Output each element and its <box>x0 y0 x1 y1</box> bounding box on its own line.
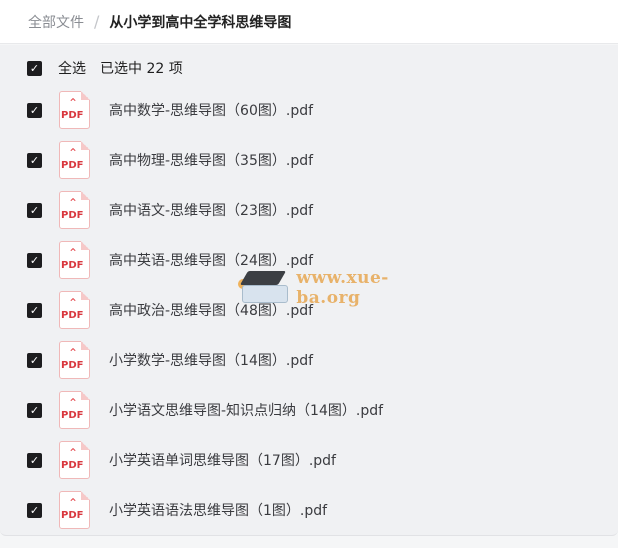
pdf-file-icon: ⌃ PDF <box>59 441 90 479</box>
pdf-file-icon: ⌃ PDF <box>59 491 90 529</box>
pdf-file-icon: ⌃ PDF <box>59 241 90 279</box>
select-all-checkbox[interactable]: ✓ <box>27 60 42 76</box>
file-name[interactable]: 小学英语语法思维导图（1图）.pdf <box>109 500 327 520</box>
select-all-label[interactable]: 全选 <box>58 58 86 78</box>
file-row[interactable]: ✓ ⌃ PDF 小学数学-思维导图（14图）.pdf <box>0 335 618 385</box>
file-checkbox[interactable]: ✓ <box>27 502 42 518</box>
file-checkbox[interactable]: ✓ <box>27 302 42 318</box>
file-checkbox[interactable]: ✓ <box>27 352 42 368</box>
checkmark-icon: ✓ <box>29 403 40 417</box>
pdf-file-icon: ⌃ PDF <box>59 391 90 429</box>
checkmark-icon: ✓ <box>29 253 40 267</box>
file-name[interactable]: 高中英语-思维导图（24图）.pdf <box>109 250 313 270</box>
selected-count-text: 已选中 22 项 <box>100 61 183 77</box>
file-name[interactable]: 小学语文思维导图-知识点归纳（14图）.pdf <box>109 400 383 420</box>
pdf-file-icon: ⌃ PDF <box>59 141 90 179</box>
file-row[interactable]: ✓ ⌃ PDF 高中英语-思维导图（24图）.pdf <box>0 235 618 285</box>
breadcrumb-separator: / <box>94 12 100 31</box>
checkmark-icon: ✓ <box>29 453 40 467</box>
checkmark-icon: ✓ <box>29 61 40 75</box>
file-checkbox[interactable]: ✓ <box>27 252 42 268</box>
file-row[interactable]: ✓ ⌃ PDF 小学语文思维导图-知识点归纳（14图）.pdf <box>0 385 618 435</box>
breadcrumb-current-folder: 从小学到高中全学科思维导图 <box>109 14 292 31</box>
file-row[interactable]: ✓ ⌃ PDF 小学英语单词思维导图（17图）.pdf <box>0 435 618 485</box>
file-checkbox[interactable]: ✓ <box>27 402 42 418</box>
file-row[interactable]: ✓ ⌃ PDF 高中数学-思维导图（60图）.pdf <box>0 85 618 135</box>
checkmark-icon: ✓ <box>29 303 40 317</box>
file-list-panel: ✓ 全选 已选中 22 项 ✓ ⌃ PDF 高中数学-思维导图（60图）.pdf … <box>0 45 618 536</box>
checkmark-icon: ✓ <box>29 353 40 367</box>
file-row[interactable]: ✓ ⌃ PDF 高中物理-思维导图（35图）.pdf <box>0 135 618 185</box>
file-checkbox[interactable]: ✓ <box>27 152 42 168</box>
checkmark-icon: ✓ <box>29 153 40 167</box>
pdf-file-icon: ⌃ PDF <box>59 291 90 329</box>
file-row[interactable]: ✓ ⌃ PDF 高中语文-思维导图（23图）.pdf <box>0 185 618 235</box>
file-name[interactable]: 高中物理-思维导图（35图）.pdf <box>109 150 313 170</box>
file-checkbox[interactable]: ✓ <box>27 102 42 118</box>
checkmark-icon: ✓ <box>29 503 40 517</box>
file-name[interactable]: 小学英语单词思维导图（17图）.pdf <box>109 450 336 470</box>
file-name[interactable]: 小学数学-思维导图（14图）.pdf <box>109 350 313 370</box>
checkmark-icon: ✓ <box>29 203 40 217</box>
breadcrumb-root-link[interactable]: 全部文件 <box>28 12 84 32</box>
file-checkbox[interactable]: ✓ <box>27 452 42 468</box>
breadcrumb-bar: 全部文件 / 从小学到高中全学科思维导图 <box>0 0 618 44</box>
checkmark-icon: ✓ <box>29 103 40 117</box>
file-name[interactable]: 高中数学-思维导图（60图）.pdf <box>109 100 313 120</box>
file-name[interactable]: 高中语文-思维导图（23图）.pdf <box>109 200 313 220</box>
pdf-file-icon: ⌃ PDF <box>59 91 90 129</box>
pdf-file-icon: ⌃ PDF <box>59 191 90 229</box>
file-name[interactable]: 高中政治-思维导图（48图）.pdf <box>109 300 313 320</box>
file-row[interactable]: ✓ ⌃ PDF 小学英语语法思维导图（1图）.pdf <box>0 485 618 535</box>
file-row[interactable]: ✓ ⌃ PDF 高中政治-思维导图（48图）.pdf <box>0 285 618 335</box>
file-checkbox[interactable]: ✓ <box>27 202 42 218</box>
pdf-file-icon: ⌃ PDF <box>59 341 90 379</box>
